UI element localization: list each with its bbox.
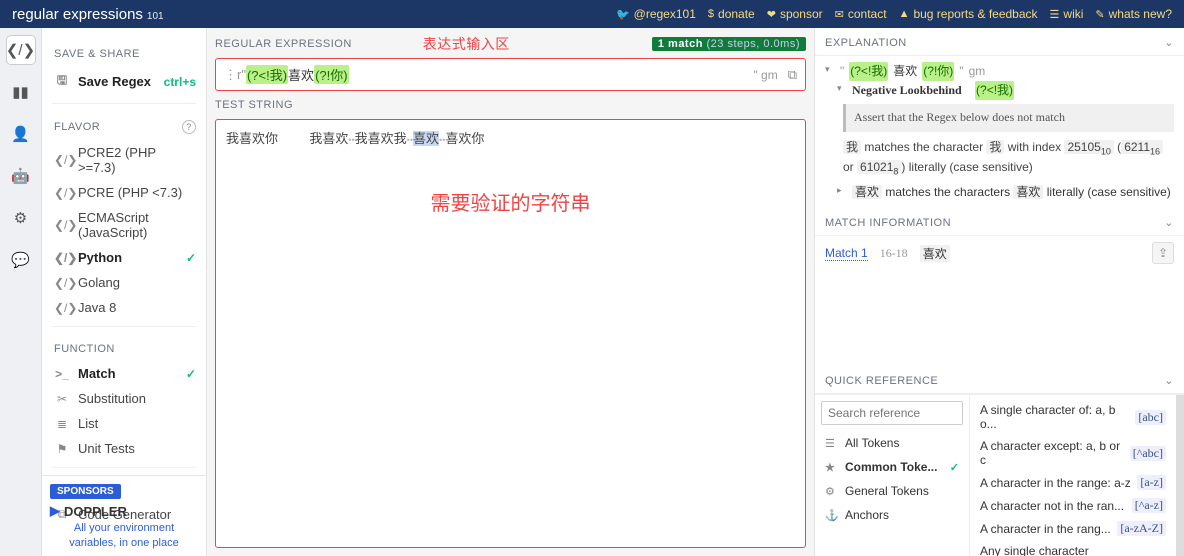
func-list[interactable]: ≣List — [52, 411, 196, 436]
explanation-header[interactable]: EXPLANATION⌄ — [815, 28, 1184, 56]
chevron-down-icon: ⌄ — [1164, 216, 1174, 229]
rail-regex-icon[interactable]: ❮/❯ — [7, 36, 35, 64]
qr-item[interactable]: A single character of: a, b o...[abc] — [970, 399, 1176, 435]
rail-user-icon[interactable]: 👤 — [7, 120, 35, 148]
cat-common[interactable]: ★Common Toke...✓ — [815, 455, 969, 479]
top-header: regular expressions101 🐦@regex101 $donat… — [0, 0, 1184, 28]
qr-item[interactable]: Any single character — [970, 540, 1176, 556]
rail-settings-icon[interactable]: ⚙ — [7, 204, 35, 232]
regex-header: REGULAR EXPRESSION 表达式输入区 1 match (23 st… — [215, 34, 806, 54]
nav-rail: ❮/❯ ▮▮ 👤 🤖 ⚙ 💬 — [0, 28, 42, 556]
func-unit[interactable]: ⚑Unit Tests — [52, 436, 196, 461]
cat-anchors[interactable]: ⚓Anchors — [815, 503, 969, 527]
right-pane: EXPLANATION⌄ ▾" (?<!我)喜欢(?!你) " gm ▾Nega… — [814, 28, 1184, 556]
func-match[interactable]: >_Match✓ — [52, 361, 196, 386]
cat-all[interactable]: ☰All Tokens — [815, 431, 969, 455]
section-flavor: FLAVOR? — [54, 120, 196, 134]
center-area: REGULAR EXPRESSION 表达式输入区 1 match (23 st… — [207, 28, 814, 556]
sidebar: SAVE & SHARE 🖫Save Regexctrl+s FLAVOR? ❮… — [42, 28, 207, 556]
copy-regex-icon[interactable]: ⧉ — [788, 67, 797, 83]
link-donate[interactable]: $donate — [708, 7, 755, 21]
chevron-down-icon: ⌄ — [1164, 374, 1174, 387]
matchinfo-header[interactable]: MATCH INFORMATION⌄ — [815, 208, 1184, 236]
explanation-body: ▾" (?<!我)喜欢(?!你) " gm ▾Negative Lookbehi… — [815, 56, 1184, 208]
chevron-down-icon: ⌄ — [1164, 36, 1174, 49]
quickref-search[interactable] — [821, 401, 963, 425]
match-link[interactable]: Match 1 — [825, 246, 868, 261]
flavor-java[interactable]: ❮/❯Java 8 — [52, 295, 196, 320]
test-header: TEST STRING — [215, 99, 806, 111]
flavor-pcre[interactable]: ❮/❯PCRE (PHP <7.3) — [52, 180, 196, 205]
doppler-icon: ▶ — [50, 503, 60, 519]
link-twitter[interactable]: 🐦@regex101 — [616, 7, 696, 21]
func-sub[interactable]: ✂Substitution — [52, 386, 196, 411]
link-whatsnew[interactable]: ✎whats new? — [1095, 7, 1172, 21]
annotation-1: 表达式输入区 — [423, 34, 510, 54]
rail-chat-icon[interactable]: 💬 — [7, 246, 35, 274]
section-function: FUNCTION — [54, 343, 196, 355]
brand[interactable]: regular expressions101 — [12, 6, 164, 23]
qr-item[interactable]: A character in the rang...[a-zA-Z] — [970, 517, 1176, 540]
qr-item[interactable]: A character except: a, b or c[^abc] — [970, 435, 1176, 471]
rail-chart-icon[interactable]: ▮▮ — [7, 78, 35, 106]
qr-item[interactable]: A character in the range: a-z[a-z] — [970, 471, 1176, 494]
cat-general[interactable]: ⚙General Tokens — [815, 479, 969, 503]
link-contact[interactable]: ✉contact — [835, 7, 887, 21]
match-status: 1 match (23 steps, 0.0ms) — [652, 37, 806, 51]
quickref-header[interactable]: QUICK REFERENCE⌄ — [815, 366, 1184, 394]
save-regex[interactable]: 🖫Save Regexctrl+s — [52, 66, 196, 97]
flavor-python[interactable]: ❮/❯Python✓ — [52, 245, 196, 270]
quickref-body: ☰All Tokens ★Common Toke...✓ ⚙General To… — [815, 394, 1184, 556]
info-icon[interactable]: ? — [182, 120, 196, 134]
export-icon[interactable]: ⇪ — [1152, 242, 1174, 264]
flavor-pcre2[interactable]: ❮/❯PCRE2 (PHP >=7.3) — [52, 140, 196, 180]
flavor-go[interactable]: ❮/❯Golang — [52, 270, 196, 295]
sponsor-panel[interactable]: SPONSORS ▶DOPPLER All your environment v… — [42, 475, 206, 556]
rail-robot-icon[interactable]: 🤖 — [7, 162, 35, 190]
link-sponsor[interactable]: ❤sponsor — [767, 7, 823, 21]
regex-input[interactable]: ⋮ r" (?<!我)喜欢(?!你) " gm ⧉ — [215, 58, 806, 91]
link-bugs[interactable]: ▲bug reports & feedback — [899, 7, 1038, 21]
test-string-input[interactable]: 我喜欢你 我喜欢••我喜欢我••喜欢••喜欢你 需要验证的字符串 — [215, 119, 806, 548]
section-save: SAVE & SHARE — [54, 48, 196, 60]
qr-item[interactable]: A character not in the ran...[^a-z] — [970, 494, 1176, 517]
save-icon: 🖫 — [54, 71, 70, 92]
matchinfo-body: Match 1 16-18 喜欢 ⇪ — [815, 236, 1184, 270]
annotation-2: 需要验证的字符串 — [226, 187, 795, 216]
scrollbar[interactable] — [1176, 395, 1184, 556]
flavor-ecma[interactable]: ❮/❯ECMAScript (JavaScript) — [52, 205, 196, 245]
link-wiki[interactable]: ☰wiki — [1050, 7, 1084, 21]
